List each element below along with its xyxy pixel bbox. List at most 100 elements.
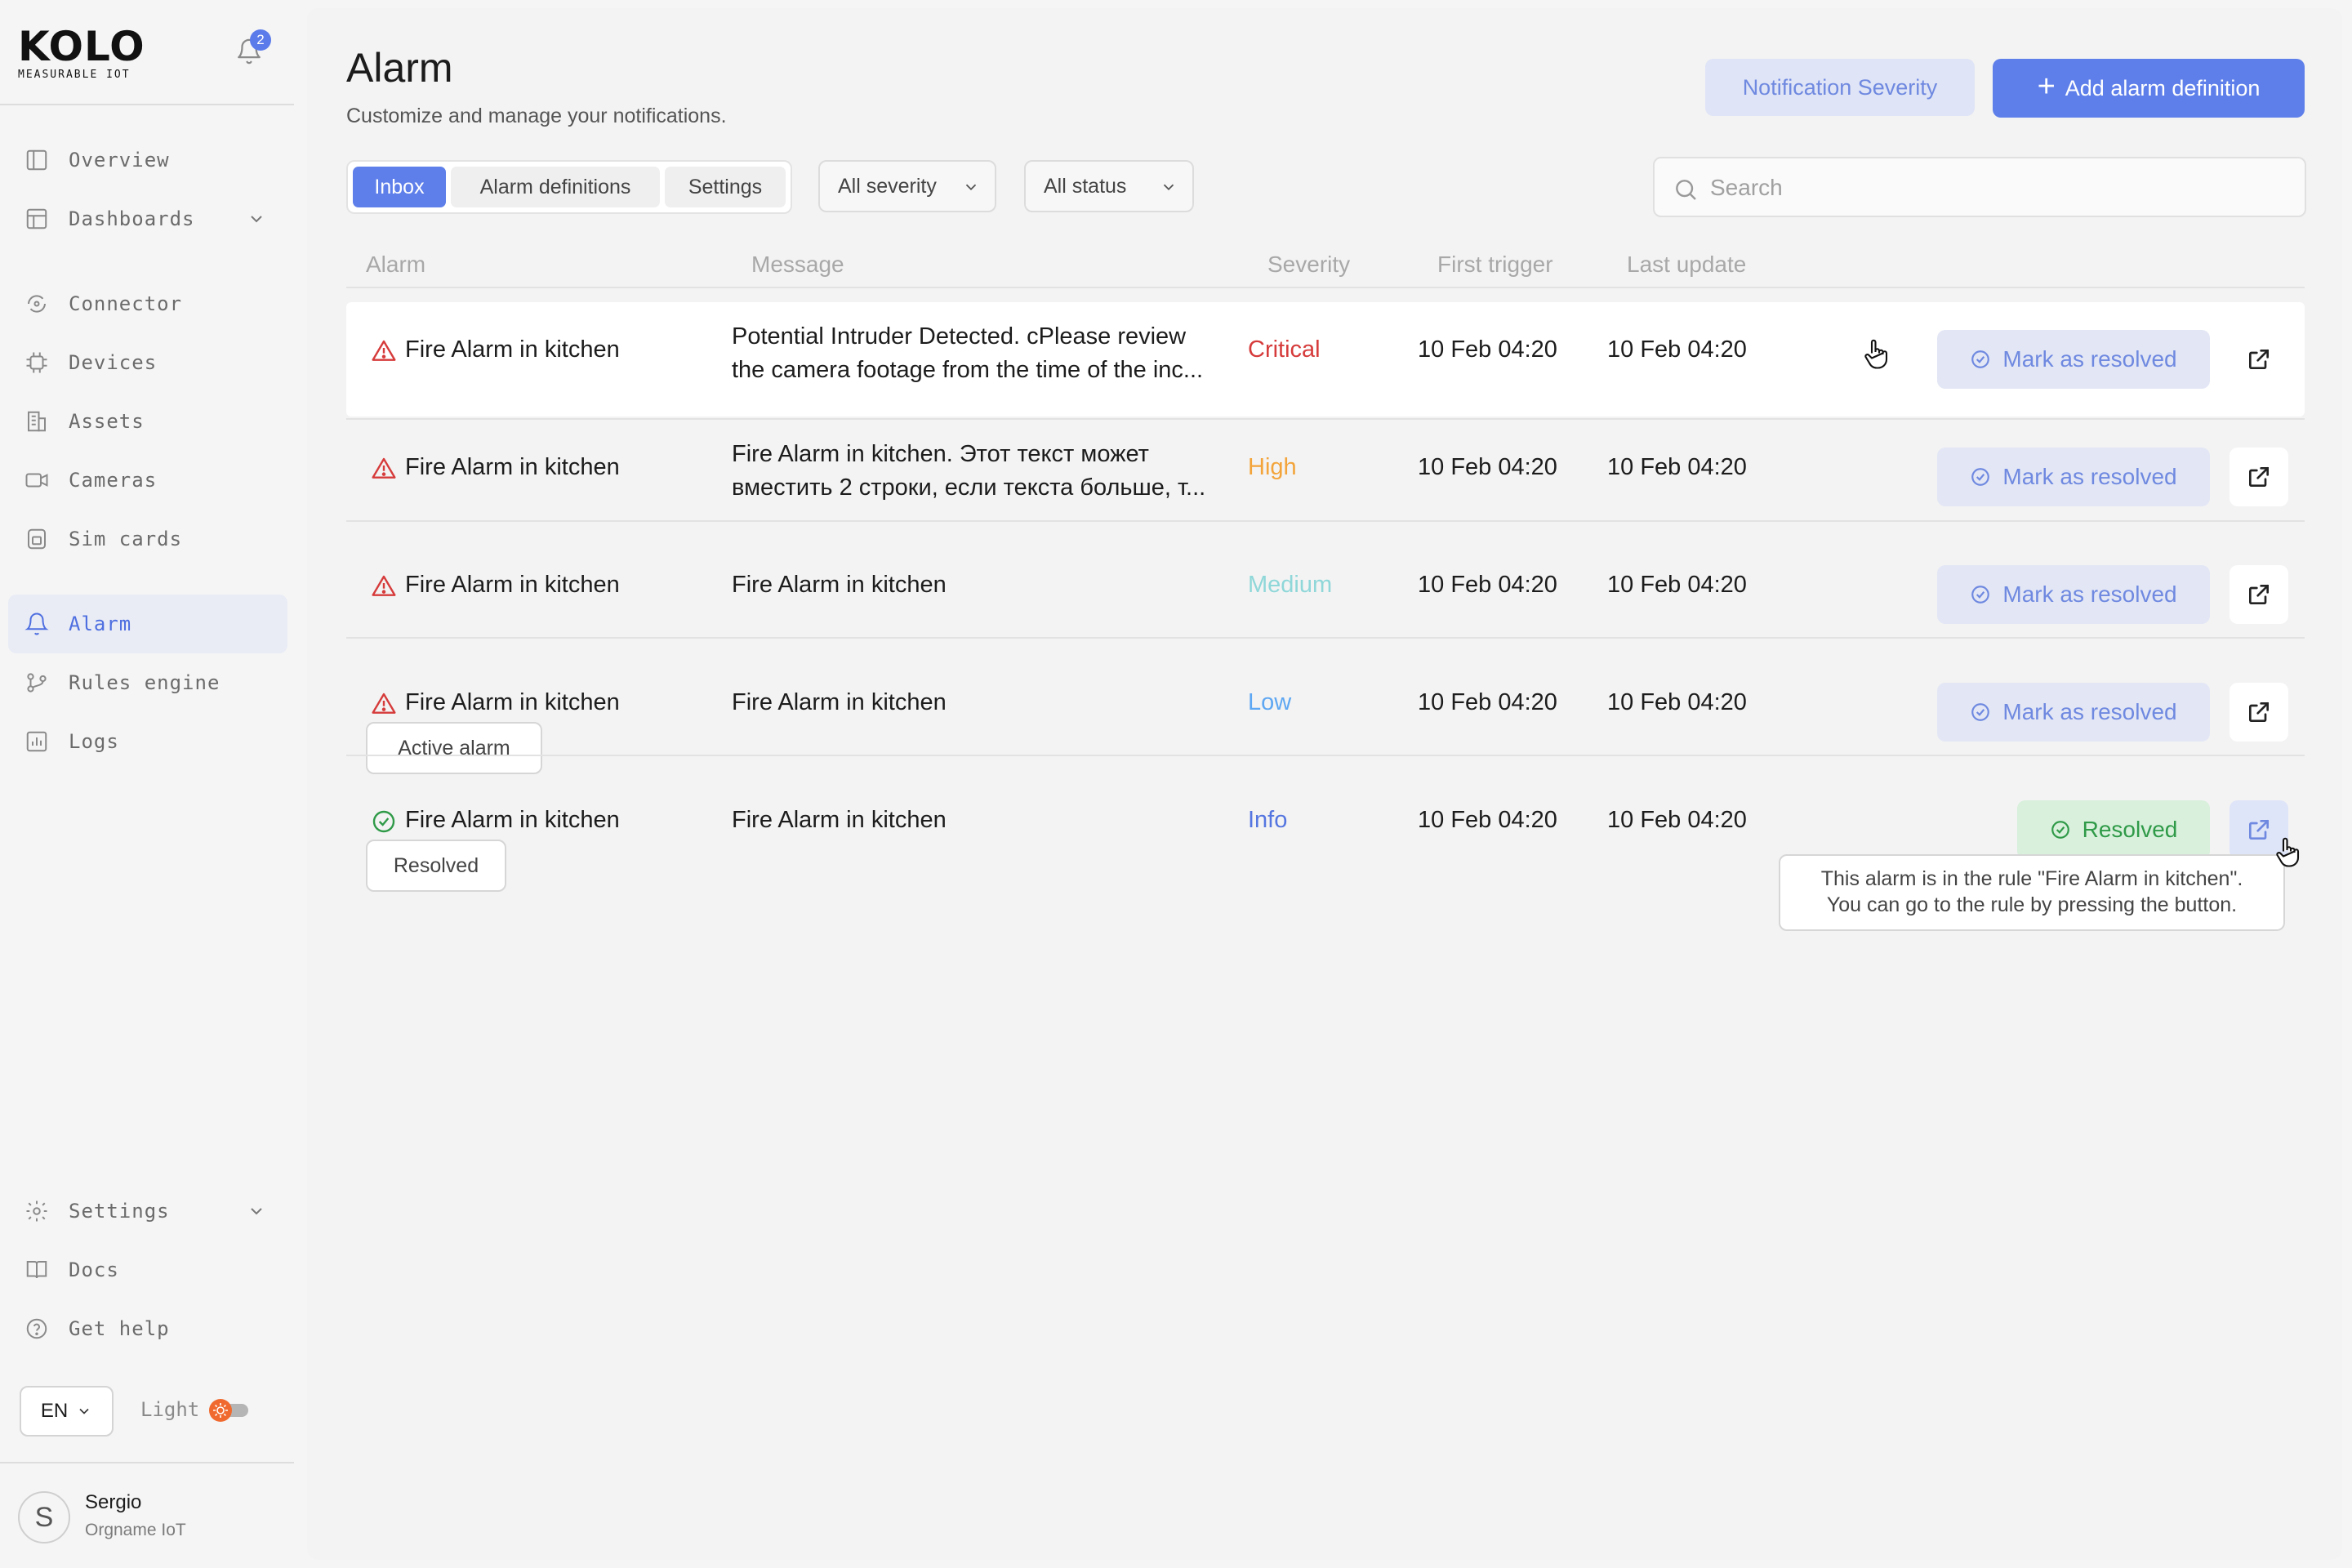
hand-cursor-icon [1864,339,1888,369]
check-circle-icon [1971,703,1990,721]
page-title: Alarm [346,45,453,91]
last-update-value: 10 Feb 04:20 [1607,454,1747,480]
last-update-value: 10 Feb 04:20 [1607,572,1747,598]
chevron-down-icon[interactable] [247,1201,266,1221]
mark-as-resolved-button[interactable]: Mark as resolved [1937,330,2210,389]
sidebar-item-label: Devices [69,351,158,374]
sidebar-item-cameras[interactable]: Cameras [8,451,287,510]
user-org: Orgname IoT [85,1521,186,1539]
bell-icon [24,612,49,635]
table-divider [346,755,2305,756]
first-trigger-value: 10 Feb 04:20 [1418,689,1557,715]
alarm-name: Fire Alarm in kitchen [405,807,620,833]
check-circle-icon [1971,586,1990,604]
connector-icon [28,295,46,313]
alarm-message-line: вместить 2 строки, если текста больше, т… [732,474,1206,501]
hand-cursor-icon [2276,837,2300,867]
sun-icon [209,1399,232,1422]
table-row[interactable]: Fire Alarm in kitchen Fire Alarm in kitc… [346,420,2305,534]
sidebar-item-label: Connector [69,292,183,315]
sidebar-item-get-help[interactable]: Get help [8,1299,287,1358]
sidebar-item-settings[interactable]: Settings [8,1182,287,1241]
open-rule-button[interactable] [2230,448,2288,506]
external-link-icon [2249,585,2269,604]
alarm-message-line: the camera footage from the time of the … [732,357,1204,383]
check-circle-icon [2051,821,2069,839]
alarm-name: Fire Alarm in kitchen [405,336,620,363]
chevron-down-icon [79,1408,89,1414]
sidebar-item-label: Cameras [69,469,158,492]
logo[interactable]: KOLO MEASURABLE IOT [18,26,145,81]
search-input[interactable] [1710,170,2282,206]
open-rule-button[interactable] [2230,565,2288,624]
severity-value: High [1248,454,1297,480]
sidebar-item-label: Dashboards [69,207,195,230]
mark-as-resolved-button[interactable]: Mark as resolved [1937,683,2210,742]
building-icon [28,411,46,432]
status-filter-select[interactable]: All status [1024,160,1194,212]
external-link-icon [2249,820,2269,840]
add-alarm-definition-button[interactable]: + Add alarm definition [1993,59,2305,118]
mark-as-resolved-button[interactable]: Mark as resolved [1937,448,2210,506]
severity-filter-select[interactable]: All severity [818,160,996,212]
notification-count-badge: 2 [250,29,271,51]
column-header-last-update: Last update [1627,252,1747,277]
sidebar-item-overview[interactable]: Overview [8,131,287,189]
resolved-alarm-label: Resolved [366,840,506,892]
table-divider [346,637,2305,639]
sidebar-item-dashboards[interactable]: Dashboards [8,189,287,248]
tab-inbox[interactable]: Inbox [353,167,446,207]
chevron-down-icon [1163,184,1174,191]
alarm-message-line: Potential Intruder Detected. cPlease rev… [732,323,1187,350]
tab-settings[interactable]: Settings [665,167,786,207]
external-link-icon [2249,467,2269,487]
table-row[interactable]: Fire Alarm in kitchen Fire Alarm in kitc… [346,648,2305,763]
alarm-name: Fire Alarm in kitchen [405,572,620,598]
sidebar-item-label: Sim cards [69,528,183,550]
last-update-value: 10 Feb 04:20 [1607,689,1747,715]
resolved-status-button[interactable]: Resolved [2017,800,2210,859]
check-circle-icon [372,810,395,833]
mark-as-resolved-button[interactable]: Mark as resolved [1937,565,2210,624]
chart-icon [26,731,47,752]
open-rule-button[interactable] [2230,683,2288,742]
sidebar-item-logs[interactable]: Logs [8,712,287,771]
camera-icon [25,473,48,488]
sidebar-item-label: Alarm [69,612,132,635]
severity-value: Info [1248,807,1288,833]
sidebar-item-docs[interactable]: Docs [8,1241,287,1299]
table-row[interactable]: Fire Alarm in kitchen Potential Intruder… [346,302,2305,416]
warning-icon [372,340,396,361]
table-divider [346,287,2305,288]
sidebar-item-assets[interactable]: Assets [8,392,287,451]
sidebar-item-connector[interactable]: Connector [8,274,287,333]
mark-as-resolved-label: Mark as resolved [2002,581,2177,607]
language-value: EN [40,1400,69,1422]
sidebar-item-sim-cards[interactable]: Sim cards [8,510,287,568]
sidebar-item-label: Assets [69,410,145,433]
mark-as-resolved-label: Mark as resolved [2002,346,2177,372]
tooltip-line: This alarm is in the rule "Fire Alarm in… [1820,867,2243,890]
theme-toggle[interactable] [209,1399,248,1422]
open-rule-button[interactable] [2230,330,2288,389]
chevron-down-icon[interactable] [247,209,266,229]
sidebar-item-alarm[interactable]: Alarm [8,595,287,653]
notification-severity-button[interactable]: Notification Severity [1705,59,1975,116]
avatar[interactable]: S [18,1491,70,1544]
sidebar-item-label: Settings [69,1200,170,1223]
table-row[interactable]: Fire Alarm in kitchen Fire Alarm in kitc… [346,531,2305,645]
alarm-message: Fire Alarm in kitchen [732,568,1230,602]
gear-icon [26,1200,47,1222]
alarm-message: Potential Intruder Detected. cPlease rev… [732,320,1230,387]
language-select[interactable]: EN [20,1386,114,1437]
sidebar-item-devices[interactable]: Devices [8,333,287,392]
tab-alarm-definitions[interactable]: Alarm definitions [451,167,660,207]
warning-icon [372,575,396,596]
sidebar-item-label: Docs [69,1258,119,1281]
last-update-value: 10 Feb 04:20 [1607,336,1747,363]
alarm-message-line: Fire Alarm in kitchen. Этот текст может [732,441,1149,467]
logo-subtitle: MEASURABLE IOT [18,69,131,81]
sidebar-item-rules-engine[interactable]: Rules engine [8,653,287,712]
alarm-message-line: Fire Alarm in kitchen [732,572,947,598]
external-link-icon [2249,350,2269,369]
